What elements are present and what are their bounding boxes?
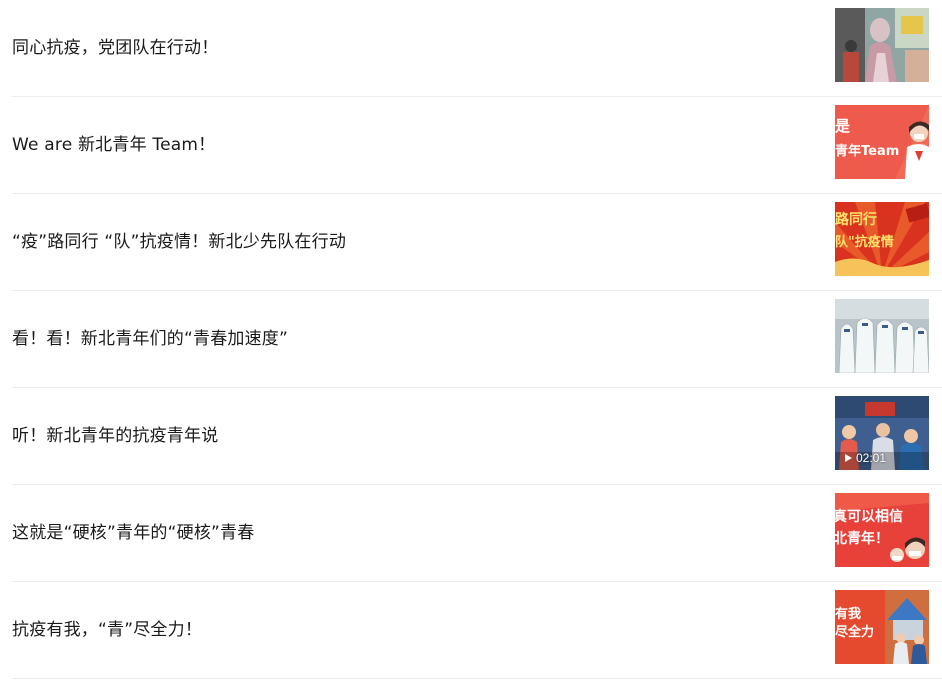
article-thumbnail[interactable] (835, 299, 929, 373)
list-item[interactable]: We are 新北青年 Team！ 是 青年Team (12, 97, 942, 194)
list-item[interactable]: 看！看！新北青年们的“青春加速度” (12, 291, 942, 388)
article-thumbnail[interactable]: 有我 尽全力 (835, 590, 929, 664)
list-item[interactable]: 听！新北青年的抗疫青年说 02:01 (12, 388, 942, 485)
thumb-text: 有我 (835, 606, 861, 622)
crowd-photo-image (835, 8, 929, 82)
poster-image: 有我 尽全力 (835, 590, 929, 664)
thumb-text: 路同行 (835, 211, 877, 228)
article-title[interactable]: 看！看！新北青年们的“青春加速度” (12, 291, 288, 387)
thumb-text: 队"抗疫情 (835, 234, 894, 250)
thumb-text: 尽全力 (835, 624, 874, 640)
list-item[interactable]: 抗疫有我，“青”尽全力！ 有我 尽全力 (12, 582, 942, 679)
list-item[interactable]: “疫”路同行 “队”抗疫情！新北少先队在行动 路同行 队"抗疫情 (12, 194, 942, 291)
article-thumbnail[interactable]: 真可以相信 北青年！ (835, 493, 929, 567)
thumb-text: 是 (835, 117, 851, 135)
article-thumbnail[interactable]: 是 青年Team (835, 105, 929, 179)
article-thumbnail[interactable]: 路同行 队"抗疫情 (835, 202, 929, 276)
article-title[interactable]: “疫”路同行 “队”抗疫情！新北少先队在行动 (12, 194, 346, 290)
article-title[interactable]: We are 新北青年 Team！ (12, 97, 215, 193)
article-list: 同心抗疫，党团队在行动！ We are 新北青年 Team！ 是 青年Team … (0, 0, 942, 679)
video-duration: 02:01 (845, 451, 886, 465)
list-item[interactable]: 这就是“硬核”青年的“硬核”青春 真可以相信 北青年！ (12, 485, 942, 582)
list-item[interactable]: 同心抗疫，党团队在行动！ (12, 0, 942, 97)
poster-image: 路同行 队"抗疫情 (835, 202, 929, 276)
article-title[interactable]: 同心抗疫，党团队在行动！ (12, 0, 218, 96)
thumb-text: 青年Team (835, 143, 899, 159)
poster-image: 是 青年Team (835, 105, 929, 179)
play-icon (845, 454, 852, 462)
article-title[interactable]: 这就是“硬核”青年的“硬核”青春 (12, 485, 254, 581)
article-title[interactable]: 听！新北青年的抗疫青年说 (12, 388, 218, 484)
thumb-text: 真可以相信 (835, 508, 903, 525)
medical-team-photo-image (835, 299, 929, 373)
article-thumbnail[interactable]: 02:01 (835, 396, 929, 470)
article-title[interactable]: 抗疫有我，“青”尽全力！ (12, 582, 202, 678)
article-thumbnail[interactable] (835, 8, 929, 82)
thumb-text: 北青年！ (835, 530, 889, 547)
poster-image: 真可以相信 北青年！ (835, 493, 929, 567)
